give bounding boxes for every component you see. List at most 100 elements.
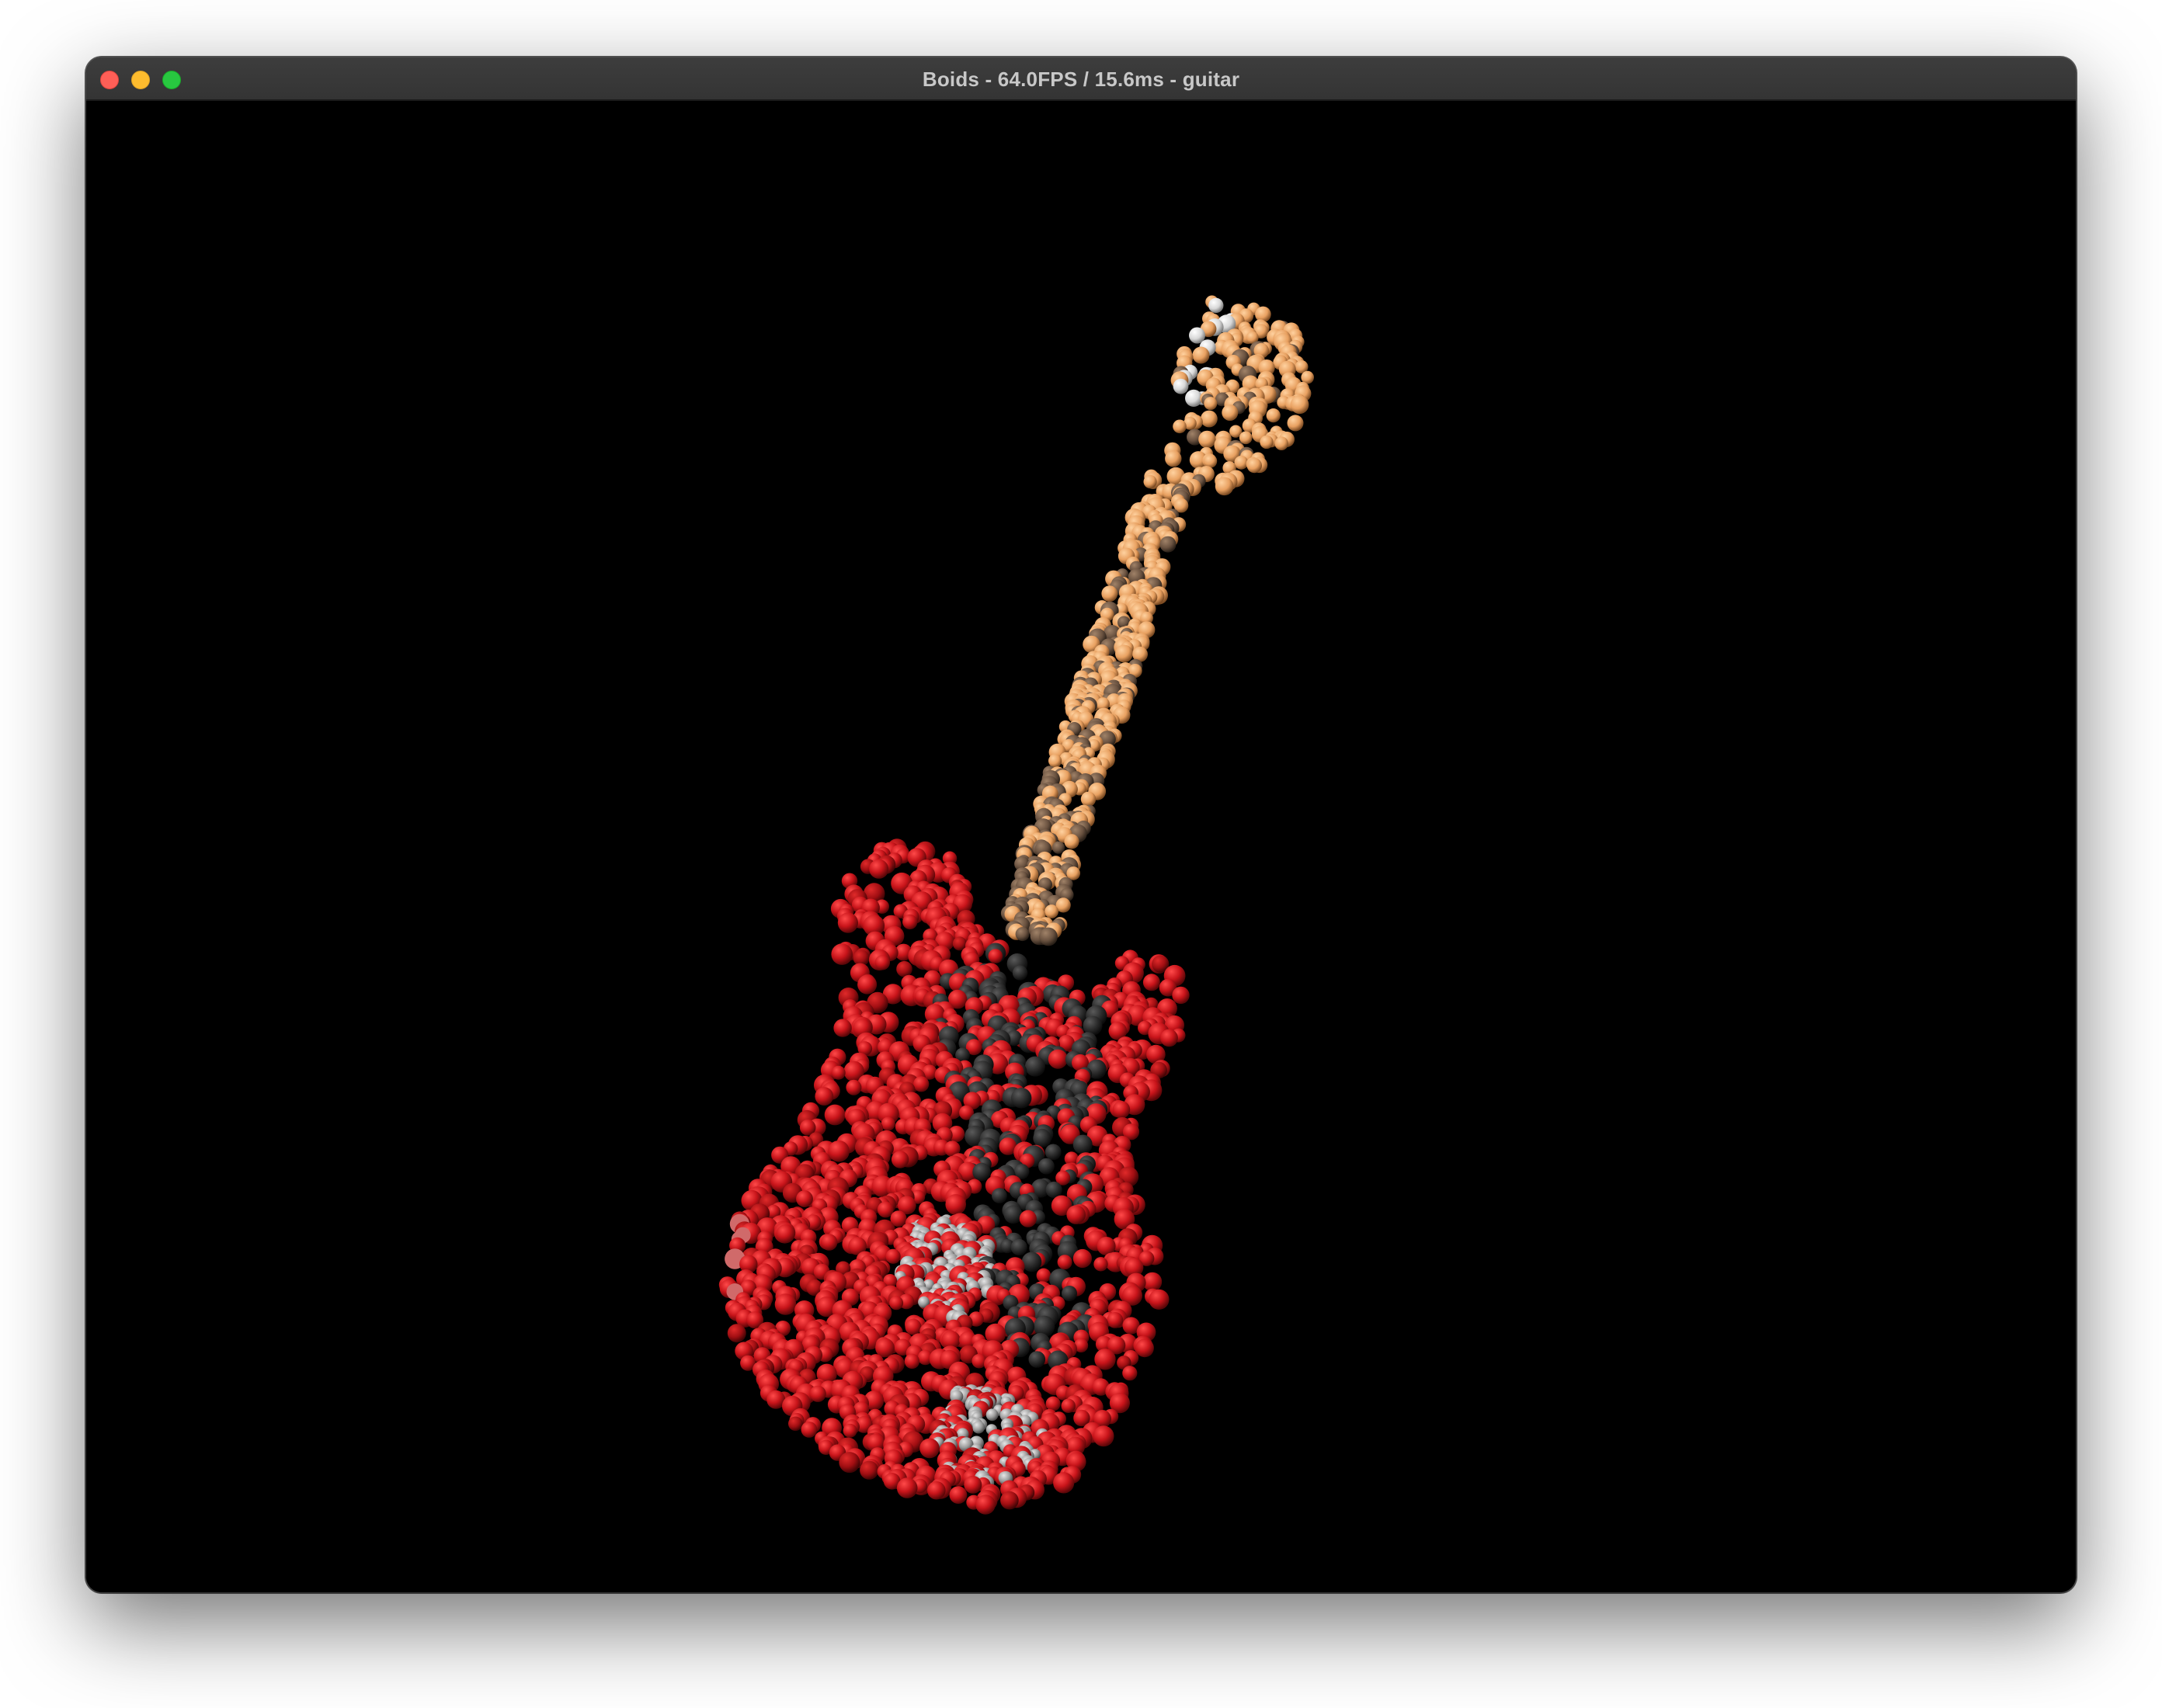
boid	[896, 960, 912, 977]
boid	[788, 1416, 803, 1432]
boid	[1115, 644, 1133, 663]
title-bar[interactable]: Boids - 64.0FPS / 15.6ms - guitar	[86, 57, 2076, 101]
boid	[1239, 431, 1253, 445]
boid	[1039, 927, 1058, 946]
boid	[1021, 1251, 1042, 1272]
boid	[1122, 1366, 1138, 1381]
boid	[1101, 585, 1118, 602]
boid	[1185, 389, 1203, 407]
boids-guitar-swarm	[718, 295, 1314, 1515]
boid	[1201, 410, 1218, 428]
boid	[985, 1408, 999, 1422]
boid	[1062, 1286, 1077, 1301]
boid	[1028, 1351, 1046, 1368]
boid	[1012, 965, 1028, 981]
boid	[821, 1234, 838, 1251]
boid	[1173, 419, 1187, 434]
boid	[1165, 450, 1182, 467]
boid	[1204, 397, 1218, 411]
boid	[1234, 455, 1249, 470]
boid	[972, 1162, 991, 1182]
boid	[1038, 1158, 1055, 1175]
boid	[1003, 1205, 1023, 1224]
boid	[1048, 1049, 1068, 1069]
boid	[1301, 370, 1314, 384]
boid	[1093, 1257, 1108, 1272]
boid	[1290, 395, 1309, 415]
boid	[1208, 297, 1224, 314]
boid	[1064, 834, 1079, 849]
boid	[904, 1353, 920, 1370]
boid	[1135, 1338, 1154, 1358]
boid	[774, 1293, 797, 1315]
boid	[972, 1353, 986, 1369]
boid	[824, 1104, 846, 1126]
boid	[1036, 1268, 1051, 1283]
boid	[913, 1076, 930, 1092]
boid	[860, 1460, 879, 1480]
boid	[843, 1423, 857, 1438]
boid	[1222, 404, 1239, 421]
boid	[964, 1475, 982, 1494]
boid	[1143, 474, 1157, 489]
boid	[1066, 1205, 1086, 1224]
boid	[896, 1477, 918, 1498]
boid	[1024, 1056, 1045, 1077]
boid	[1159, 536, 1177, 553]
boid	[869, 859, 889, 879]
boid	[885, 1248, 901, 1264]
boid	[949, 1486, 968, 1504]
boid	[801, 1422, 818, 1438]
boid	[881, 1116, 895, 1131]
boids-canvas	[718, 295, 1314, 1515]
boid	[1011, 1088, 1032, 1109]
boid	[1192, 346, 1210, 364]
boid	[988, 949, 1003, 963]
boid	[1198, 430, 1216, 449]
boid	[927, 1481, 946, 1500]
boid	[727, 1324, 746, 1343]
boid	[1033, 1129, 1051, 1147]
render-viewport[interactable]	[86, 101, 2076, 1592]
boid	[1048, 754, 1062, 768]
boid	[905, 1318, 922, 1335]
boid	[1019, 1210, 1037, 1227]
boid	[972, 1421, 985, 1434]
boid	[945, 1194, 966, 1215]
boid	[1266, 408, 1281, 423]
boid	[1173, 378, 1189, 394]
boid	[975, 1494, 996, 1515]
boid	[1080, 791, 1097, 807]
boid	[919, 1438, 940, 1459]
boid	[1287, 415, 1304, 432]
boid	[1149, 1289, 1170, 1310]
boid	[1260, 435, 1274, 450]
boid	[815, 1087, 834, 1106]
boid	[1010, 1238, 1027, 1256]
boid	[776, 1224, 795, 1244]
boid	[837, 912, 858, 933]
boid	[831, 1065, 846, 1080]
boid	[992, 1188, 1007, 1203]
boid	[1142, 974, 1160, 991]
boid	[1172, 986, 1190, 1005]
boid	[1057, 1255, 1072, 1270]
boid	[1000, 1491, 1019, 1510]
boid	[1107, 1312, 1124, 1328]
boid	[1015, 927, 1030, 942]
boid	[1246, 457, 1263, 474]
boid	[833, 1019, 852, 1037]
boid	[809, 1385, 826, 1402]
boid	[1112, 1101, 1131, 1119]
boid	[1061, 1398, 1076, 1414]
boid	[902, 914, 918, 930]
boid	[874, 955, 890, 970]
boid	[839, 1452, 860, 1474]
boid	[831, 943, 853, 965]
boid	[1093, 1425, 1114, 1447]
boid	[1215, 477, 1234, 496]
boid	[1051, 841, 1065, 854]
boid	[1072, 1134, 1093, 1154]
boid	[1053, 1472, 1075, 1494]
boid	[857, 974, 878, 995]
